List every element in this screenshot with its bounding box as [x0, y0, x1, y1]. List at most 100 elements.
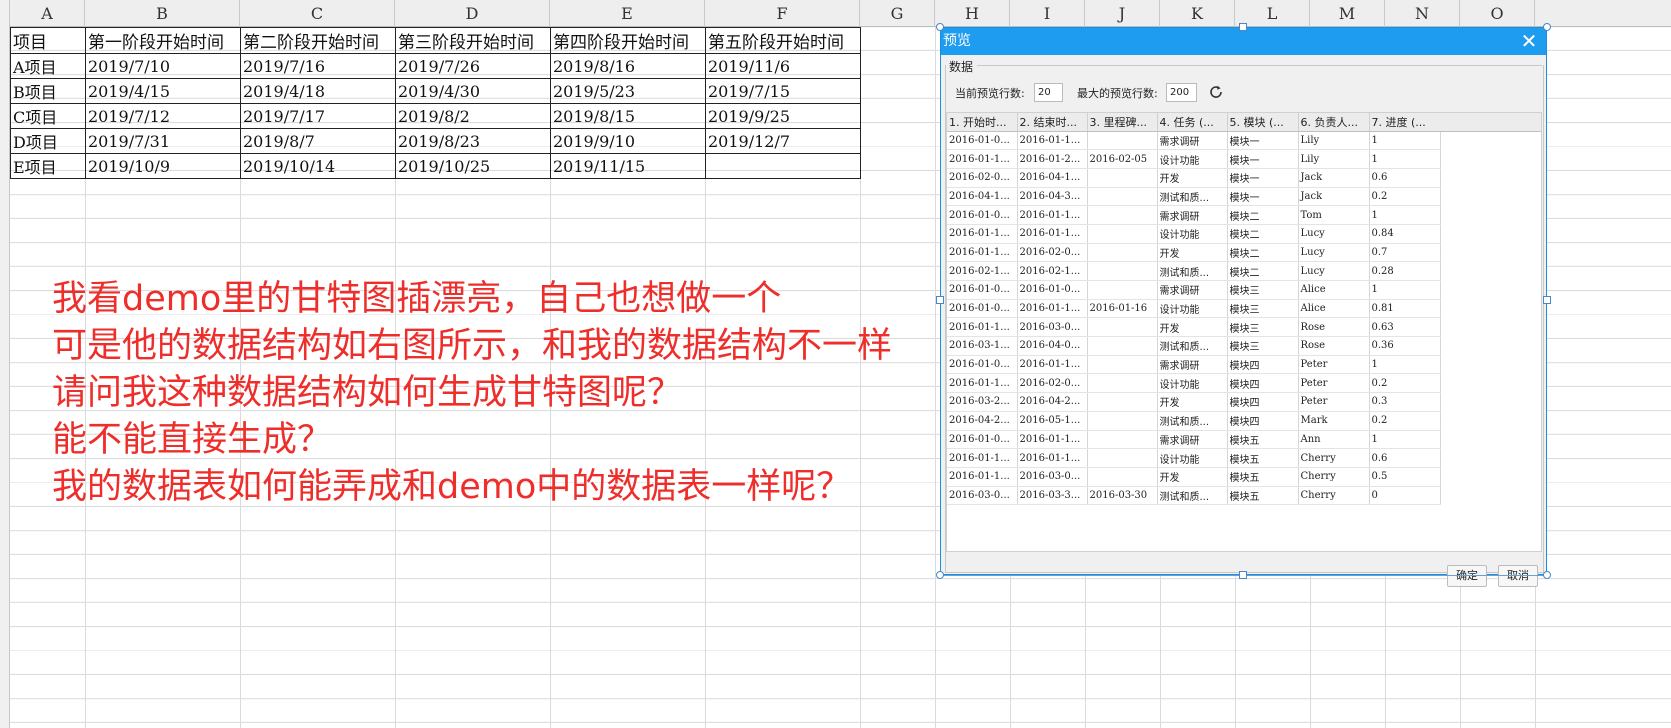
- preview-cell[interactable]: 0: [1369, 486, 1441, 506]
- preview-cell[interactable]: Peter: [1298, 392, 1370, 412]
- preview-cell[interactable]: 2016-01-0...: [1017, 280, 1088, 300]
- table-cell[interactable]: [705, 153, 861, 179]
- preview-row[interactable]: 2016-01-0... 2016-01-1... 需求调研 模块二 Tom 1: [947, 205, 1441, 225]
- table-cell[interactable]: 2019/7/26: [395, 53, 551, 79]
- preview-cell[interactable]: [1087, 317, 1158, 338]
- preview-cell[interactable]: 2016-01-1...: [947, 467, 1018, 487]
- preview-cell[interactable]: [1087, 205, 1158, 225]
- preview-cell[interactable]: 2016-05-1...: [1017, 411, 1088, 431]
- column-header-k[interactable]: K: [1160, 0, 1235, 27]
- preview-row[interactable]: 2016-03-2... 2016-04-2... 开发 模块四 Peter 0.3: [947, 392, 1441, 412]
- preview-cell[interactable]: 2016-02-0...: [1017, 373, 1088, 394]
- preview-row[interactable]: 2016-01-0... 2016-01-1... 需求调研 模块四 Peter 1: [947, 355, 1441, 375]
- preview-cell[interactable]: 2016-01-1...: [1017, 448, 1088, 468]
- preview-cell[interactable]: Lucy: [1298, 224, 1370, 244]
- preview-cell[interactable]: 需求调研: [1157, 131, 1228, 151]
- preview-cell[interactable]: Lucy: [1298, 243, 1370, 263]
- preview-row[interactable]: 2016-01-1... 2016-03-0... 开发 模块五 Cherry 0.5: [947, 467, 1441, 487]
- preview-cell[interactable]: 2016-01-1...: [1017, 205, 1088, 225]
- preview-cell[interactable]: 2016-01-0...: [947, 280, 1018, 300]
- preview-cell[interactable]: 模块二: [1227, 205, 1299, 225]
- preview-cell[interactable]: 开发: [1157, 392, 1228, 412]
- table-cell[interactable]: 2019/7/12: [85, 103, 241, 129]
- preview-cell[interactable]: 0.2: [1369, 411, 1441, 431]
- preview-cell[interactable]: 模块一: [1227, 168, 1299, 188]
- preview-cell[interactable]: 2016-01-0...: [947, 299, 1018, 319]
- preview-cell[interactable]: 0.6: [1369, 448, 1441, 468]
- preview-cell[interactable]: 2016-03-1...: [947, 336, 1018, 356]
- preview-cell[interactable]: Jack: [1298, 168, 1370, 188]
- resize-handle[interactable]: [1543, 296, 1551, 304]
- preview-cell[interactable]: 0.5: [1369, 467, 1441, 487]
- preview-cell[interactable]: 2016-04-2...: [947, 411, 1018, 431]
- header-cell[interactable]: 项目: [10, 27, 86, 54]
- preview-cell[interactable]: 模块五: [1227, 467, 1299, 487]
- resize-handle[interactable]: [1543, 23, 1551, 31]
- table-cell[interactable]: 2019/4/18: [240, 78, 396, 104]
- preview-cell[interactable]: 模块二: [1227, 261, 1299, 281]
- preview-row[interactable]: 2016-01-1... 2016-03-0... 开发 模块三 Rose 0.63: [947, 317, 1441, 338]
- column-header-h[interactable]: H: [935, 0, 1010, 27]
- preview-cell[interactable]: 1: [1369, 131, 1441, 151]
- preview-cell[interactable]: [1087, 411, 1158, 431]
- table-cell[interactable]: 2019/7/17: [240, 103, 396, 129]
- preview-cell[interactable]: Lily: [1298, 131, 1370, 151]
- preview-cell[interactable]: Cherry: [1298, 448, 1370, 468]
- preview-cell[interactable]: 模块三: [1227, 317, 1299, 338]
- preview-cell[interactable]: [1087, 224, 1158, 244]
- dialog-title-bar[interactable]: 预览: [941, 28, 1546, 55]
- preview-row[interactable]: 2016-02-0... 2016-04-1... 开发 模块一 Jack 0.6: [947, 168, 1441, 188]
- column-header-d[interactable]: D: [395, 0, 550, 27]
- preview-column-header[interactable]: 2. 结束时...: [1017, 113, 1088, 132]
- column-header-o[interactable]: O: [1460, 0, 1535, 27]
- preview-row[interactable]: 2016-04-1... 2016-04-3... 测试和质... 模块一 Jack 0.…: [947, 187, 1441, 207]
- resize-handle[interactable]: [936, 23, 944, 31]
- table-cell[interactable]: 2019/5/23: [550, 78, 706, 104]
- preview-cell[interactable]: 开发: [1157, 168, 1228, 188]
- preview-cell[interactable]: 0.28: [1369, 261, 1441, 281]
- preview-cell[interactable]: 1: [1369, 205, 1441, 225]
- table-cell[interactable]: 2019/8/16: [550, 53, 706, 79]
- resize-handle[interactable]: [1543, 571, 1551, 579]
- preview-column-header[interactable]: 3. 里程碑...: [1087, 113, 1158, 132]
- preview-cell[interactable]: 2016-01-0...: [947, 131, 1018, 151]
- table-cell[interactable]: 2019/10/25: [395, 153, 551, 179]
- preview-cell[interactable]: [1087, 430, 1158, 450]
- preview-cell[interactable]: 模块五: [1227, 448, 1299, 468]
- preview-cell[interactable]: 0.81: [1369, 299, 1441, 319]
- preview-row[interactable]: 2016-01-0... 2016-01-0... 需求调研 模块三 Alice 1: [947, 280, 1441, 300]
- preview-cell[interactable]: Alice: [1298, 299, 1370, 319]
- preview-row[interactable]: 2016-01-1... 2016-01-1... 设计功能 模块二 Lucy 0.84: [947, 224, 1441, 244]
- preview-cell[interactable]: 0.63: [1369, 317, 1441, 338]
- preview-cell[interactable]: 测试和质...: [1157, 411, 1228, 431]
- preview-cell[interactable]: 模块三: [1227, 336, 1299, 356]
- preview-cell[interactable]: 1: [1369, 355, 1441, 375]
- preview-column-header[interactable]: 1. 开始时...: [947, 113, 1018, 132]
- preview-cell[interactable]: [1087, 373, 1158, 394]
- header-cell[interactable]: 第二阶段开始时间: [240, 27, 396, 54]
- preview-cell[interactable]: Lucy: [1298, 261, 1370, 281]
- preview-cell[interactable]: 2016-01-1...: [1017, 131, 1088, 151]
- preview-cell[interactable]: 2016-02-0...: [947, 168, 1018, 188]
- preview-cell[interactable]: 需求调研: [1157, 205, 1228, 225]
- preview-cell[interactable]: 开发: [1157, 243, 1228, 263]
- column-header-j[interactable]: J: [1085, 0, 1160, 27]
- preview-row[interactable]: 2016-01-1... 2016-01-1... 设计功能 模块五 Cherry 0.6: [947, 448, 1441, 468]
- preview-cell[interactable]: 模块四: [1227, 411, 1299, 431]
- preview-cell[interactable]: 2016-04-2...: [1017, 392, 1088, 412]
- table-cell[interactable]: 2019/4/30: [395, 78, 551, 104]
- table-cell[interactable]: 2019/4/15: [85, 78, 241, 104]
- preview-cell[interactable]: 模块四: [1227, 392, 1299, 412]
- preview-cell[interactable]: [1087, 355, 1158, 375]
- preview-cell[interactable]: 开发: [1157, 467, 1228, 487]
- preview-cell[interactable]: 模块一: [1227, 131, 1299, 151]
- preview-row[interactable]: 2016-02-1... 2016-02-1... 测试和质... 模块二 Lucy 0.…: [947, 261, 1441, 281]
- preview-cell[interactable]: 2016-04-1...: [947, 187, 1018, 207]
- preview-column-header[interactable]: 7. 进度 (...: [1369, 113, 1441, 132]
- column-header-f[interactable]: F: [705, 0, 860, 27]
- preview-cell[interactable]: [1087, 187, 1158, 207]
- preview-cell[interactable]: 测试和质...: [1157, 486, 1228, 506]
- table-cell[interactable]: 2019/9/25: [705, 103, 861, 129]
- preview-cell[interactable]: 2016-02-1...: [947, 261, 1018, 281]
- resize-handle[interactable]: [936, 296, 944, 304]
